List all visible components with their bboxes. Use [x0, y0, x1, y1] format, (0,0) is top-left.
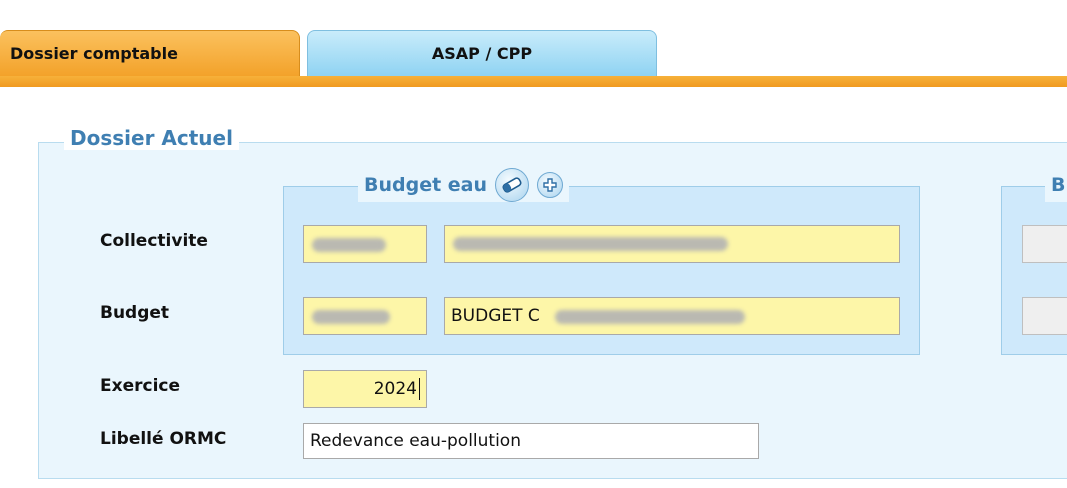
exercice-value: 2024 [373, 379, 417, 399]
budget-second-title: B [1045, 168, 1067, 202]
exercice-field[interactable]: 2024 [303, 370, 427, 408]
tab-asap-cpp[interactable]: ASAP / CPP [307, 30, 657, 76]
collectivite-name-field[interactable] [444, 225, 900, 263]
redacted-mask [453, 237, 728, 251]
collectivite-label: Collectivite [100, 231, 208, 251]
plus-icon[interactable] [537, 172, 564, 198]
redacted-mask [312, 238, 386, 252]
eraser-icon[interactable] [495, 168, 530, 202]
tab-bar: Dossier comptable ASAP / CPP [0, 0, 1067, 90]
exercice-label: Exercice [100, 376, 181, 396]
tab-underline [0, 76, 1067, 87]
tab-dossier-comptable[interactable]: Dossier comptable [0, 30, 300, 76]
redacted-mask [555, 310, 745, 324]
budget-eau-legend: Budget eau [358, 168, 570, 202]
budget-code-field[interactable] [303, 297, 427, 335]
section-title: Dossier Actuel [64, 126, 239, 150]
collectivite-second-field[interactable] [1022, 225, 1067, 263]
budget-eau-title: Budget eau [364, 174, 488, 196]
redacted-mask [312, 310, 390, 324]
tab-label: Dossier comptable [10, 44, 178, 63]
text-caret [419, 378, 420, 400]
budget-label: Budget [100, 303, 170, 323]
libelle-label: Libellé ORMC [100, 429, 227, 449]
budget-second-field[interactable] [1022, 297, 1067, 335]
budget-name-text: BUDGET C [451, 306, 540, 326]
collectivite-code-field[interactable] [303, 225, 427, 263]
libelle-value: Redevance eau-pollution [310, 431, 521, 451]
budget-name-field[interactable]: BUDGET C [444, 297, 900, 335]
libelle-ormc-field[interactable]: Redevance eau-pollution [303, 423, 759, 459]
tab-label: ASAP / CPP [431, 44, 533, 63]
